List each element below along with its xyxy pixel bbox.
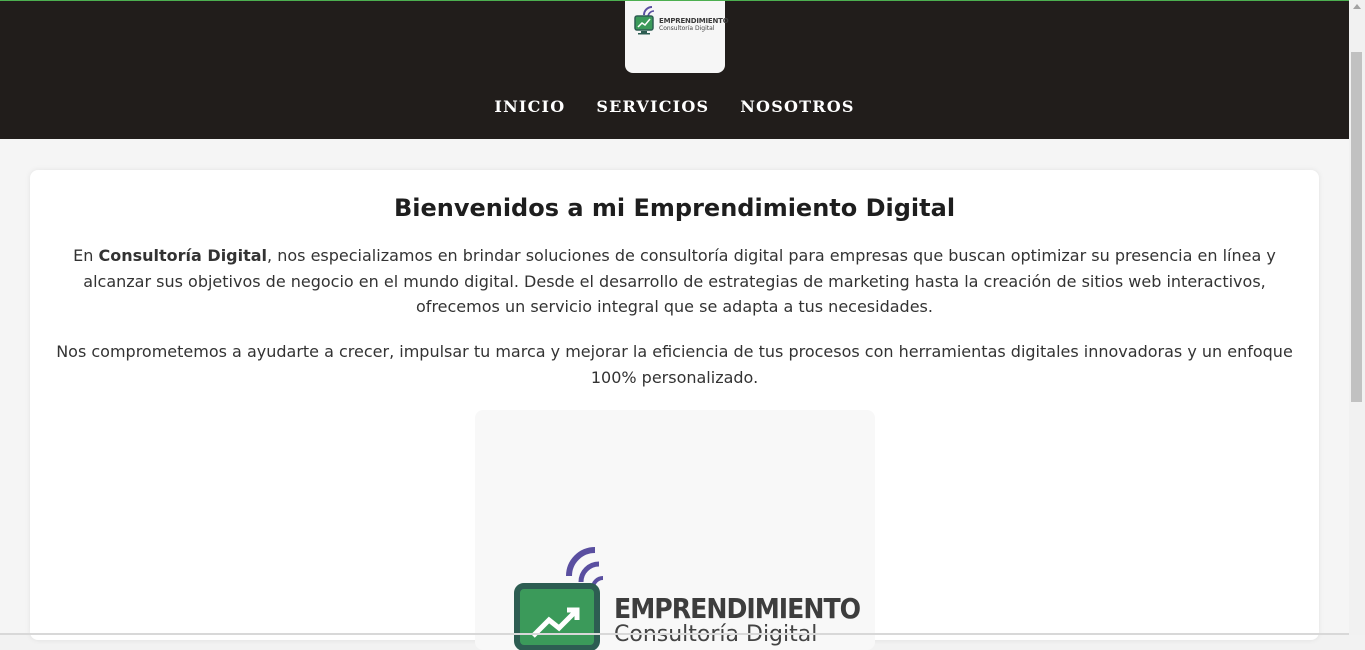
scrollbar-thumb[interactable] [1351,52,1362,402]
site-header: EMPRENDIMIENTO Consultoría Digital INICI… [0,1,1349,139]
intro-prefix: En [73,246,99,265]
nav-inicio[interactable]: INICIO [494,97,565,116]
commitment-paragraph: Nos comprometemos a ayudarte a crecer, i… [56,342,1293,387]
brand-name: EMPRENDIMIENTO [659,17,729,25]
vertical-scrollbar[interactable] [1349,0,1365,635]
monitor-growth-icon [634,6,655,35]
page-title: Bienvenidos a mi Emprendimiento Digital [393,194,956,222]
header-logo[interactable]: EMPRENDIMIENTO Consultoría Digital [625,1,729,73]
intro-paragraph: En Consultoría Digital, nos especializam… [50,243,1299,320]
nav-servicios[interactable]: SERVICIOS [596,97,709,116]
intro-company-name: Consultoría Digital [98,246,268,265]
main-nav: INICIO SERVICIOS NOSOTROS [0,97,1349,116]
brand-logo: EMPRENDIMIENTO Consultoría Digital [633,5,729,41]
nav-nosotros[interactable]: NOSOTROS [740,97,854,116]
brand-tagline: Consultoría Digital [659,25,715,32]
scroll-up-arrow-icon[interactable] [1353,4,1361,9]
brand-name-large: EMPRENDIMIENTO [614,592,861,625]
welcome-card: Bienvenidos a mi Emprendimiento Digital … [30,170,1319,650]
brand-image: EMPRENDIMIENTO Consultoría Digital [475,410,875,650]
